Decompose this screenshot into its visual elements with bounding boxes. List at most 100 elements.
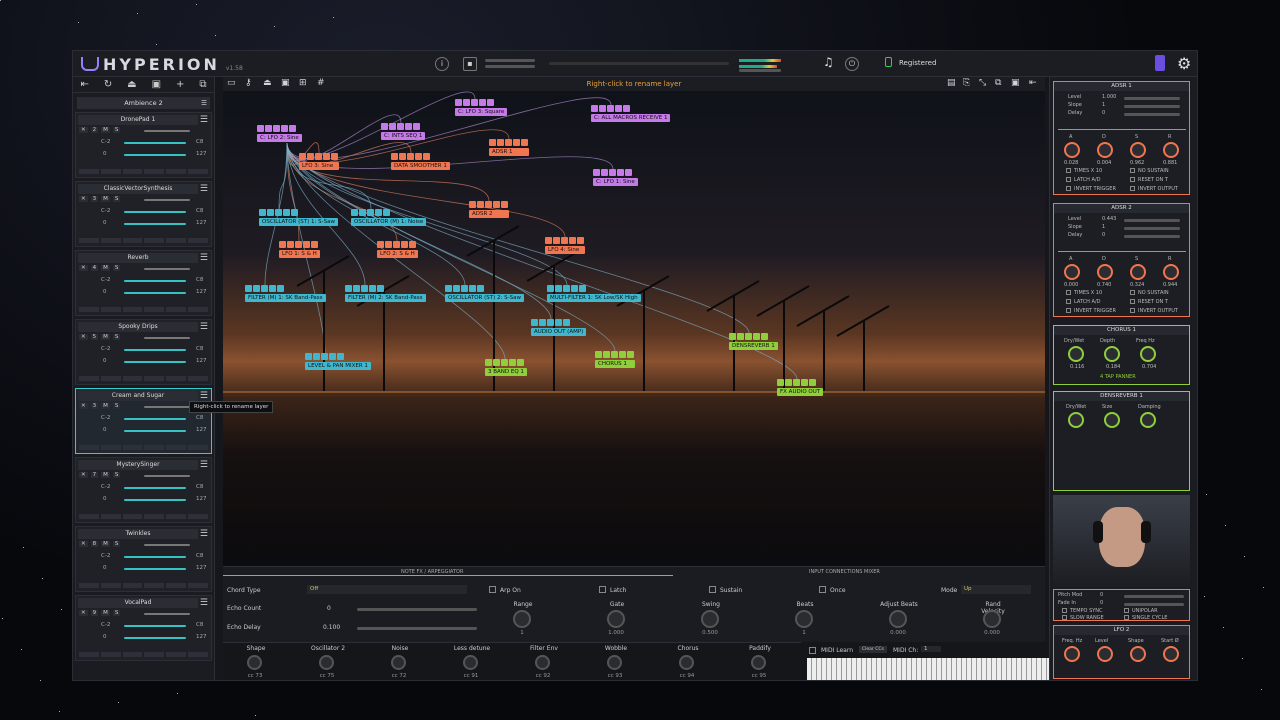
- eject-icon[interactable]: ⏏: [127, 79, 136, 90]
- input-port[interactable]: [407, 153, 414, 160]
- expand-icon[interactable]: ⤡: [979, 78, 986, 88]
- module-node[interactable]: CHORUS 1: [595, 351, 635, 368]
- key-range-slider[interactable]: [124, 418, 186, 420]
- input-port[interactable]: [331, 153, 338, 160]
- mute-button[interactable]: M: [101, 472, 110, 478]
- input-port[interactable]: [361, 285, 368, 292]
- adsr-knob[interactable]: [1097, 142, 1113, 158]
- echo-count-slider[interactable]: [357, 608, 477, 611]
- input-port[interactable]: [753, 333, 760, 340]
- reload-icon[interactable]: ↻: [104, 79, 112, 90]
- input-port[interactable]: [461, 285, 468, 292]
- node-label[interactable]: LFO 4: Sine: [545, 246, 585, 254]
- input-port[interactable]: [375, 209, 382, 216]
- input-port[interactable]: [367, 209, 374, 216]
- lfo-option-checkbox[interactable]: [1062, 608, 1067, 613]
- module-node[interactable]: C: INTS SEQ 1: [381, 123, 426, 140]
- module-node[interactable]: C: ALL MACROS RECEIVE 1: [591, 105, 671, 122]
- input-port[interactable]: [303, 241, 310, 248]
- input-port[interactable]: [257, 125, 264, 132]
- input-port[interactable]: [563, 285, 570, 292]
- input-port[interactable]: [555, 319, 562, 326]
- key-range-slider[interactable]: [124, 142, 186, 144]
- key-range-slider[interactable]: [124, 349, 186, 351]
- input-port[interactable]: [595, 351, 602, 358]
- key-range-slider[interactable]: [124, 625, 186, 627]
- lfo-option-checkbox[interactable]: [1062, 615, 1067, 620]
- input-port[interactable]: [607, 105, 614, 112]
- mute-button[interactable]: M: [101, 127, 110, 133]
- module-node[interactable]: LFO 3: Sine: [299, 153, 339, 170]
- menu-icon[interactable]: ☰: [201, 97, 207, 109]
- layer-card[interactable]: ClassicVectorSynthesis ☰ ✕ 3 M S C-2 C8 0 127: [75, 181, 212, 247]
- adsr-option-checkbox[interactable]: [1066, 177, 1071, 182]
- macro-knob[interactable]: [391, 655, 406, 670]
- node-label[interactable]: FX AUDIO OUT: [777, 388, 824, 396]
- close-icon[interactable]: ✕: [79, 610, 88, 616]
- input-port[interactable]: [413, 123, 420, 130]
- layer-option-button[interactable]: [122, 307, 143, 312]
- layer-option-button[interactable]: [188, 238, 208, 243]
- input-port[interactable]: [555, 285, 562, 292]
- input-port[interactable]: [477, 285, 484, 292]
- input-port[interactable]: [307, 153, 314, 160]
- input-port[interactable]: [377, 241, 384, 248]
- input-port[interactable]: [291, 209, 298, 216]
- input-port[interactable]: [505, 139, 512, 146]
- arp-checkbox[interactable]: [819, 586, 826, 593]
- input-port[interactable]: [809, 379, 816, 386]
- module-node[interactable]: LFO 4: Sine: [545, 237, 585, 254]
- input-port[interactable]: [493, 359, 500, 366]
- input-port[interactable]: [359, 209, 366, 216]
- param-slider[interactable]: [1124, 97, 1180, 100]
- node-label[interactable]: DATA SMOOTHER 1: [391, 162, 450, 170]
- layer-option-button[interactable]: [188, 652, 208, 657]
- input-port[interactable]: [345, 285, 352, 292]
- lfo-option-checkbox[interactable]: [1124, 615, 1129, 620]
- input-port[interactable]: [287, 241, 294, 248]
- layer-option-button[interactable]: [79, 169, 99, 174]
- gear-icon[interactable]: ⚙: [1177, 54, 1191, 73]
- layer-name[interactable]: Cream and Sugar: [78, 391, 198, 401]
- layer-card[interactable]: Reverb ☰ ✕ 4 M S C-2 C8 0 127: [75, 250, 212, 316]
- input-port[interactable]: [509, 359, 516, 366]
- input-port[interactable]: [801, 379, 808, 386]
- node-label[interactable]: OSCILLATOR (ST) 1: S-Saw: [259, 218, 338, 226]
- input-port[interactable]: [487, 99, 494, 106]
- input-port[interactable]: [269, 285, 276, 292]
- reverb-knob[interactable]: [1104, 412, 1120, 428]
- input-port[interactable]: [569, 237, 576, 244]
- first-icon[interactable]: ⇤: [80, 79, 88, 90]
- tab-input-connections[interactable]: INPUT CONNECTIONS MIXER: [809, 569, 880, 575]
- input-port[interactable]: [547, 285, 554, 292]
- input-port[interactable]: [793, 379, 800, 386]
- solo-button[interactable]: S: [112, 610, 121, 616]
- layer-option-button[interactable]: [166, 652, 187, 657]
- input-port[interactable]: [311, 241, 318, 248]
- layer-volume-slider[interactable]: [144, 475, 190, 477]
- close-icon[interactable]: ✕: [79, 265, 88, 271]
- module-node[interactable]: C: LFO 2: Sine: [257, 125, 302, 142]
- input-port[interactable]: [485, 201, 492, 208]
- layer-option-button[interactable]: [166, 238, 187, 243]
- layer-option-button[interactable]: [188, 307, 208, 312]
- chorus-knob[interactable]: [1068, 346, 1084, 362]
- window-icon[interactable]: ⧉: [995, 78, 1001, 88]
- input-port[interactable]: [353, 285, 360, 292]
- position-bar[interactable]: [549, 62, 729, 65]
- input-port[interactable]: [261, 285, 268, 292]
- input-port[interactable]: [609, 169, 616, 176]
- input-port[interactable]: [245, 285, 252, 292]
- vel-range-slider[interactable]: [124, 499, 186, 501]
- mute-button[interactable]: M: [101, 334, 110, 340]
- layer-option-button[interactable]: [166, 445, 187, 450]
- input-port[interactable]: [539, 319, 546, 326]
- input-port[interactable]: [295, 241, 302, 248]
- input-port[interactable]: [259, 209, 266, 216]
- layer-option-button[interactable]: [188, 514, 208, 519]
- layer-name[interactable]: Twinkles: [78, 529, 198, 539]
- mute-button[interactable]: M: [101, 265, 110, 271]
- module-node[interactable]: ADSR 2: [469, 201, 509, 218]
- input-port[interactable]: [737, 333, 744, 340]
- arp-knob[interactable]: [607, 610, 625, 628]
